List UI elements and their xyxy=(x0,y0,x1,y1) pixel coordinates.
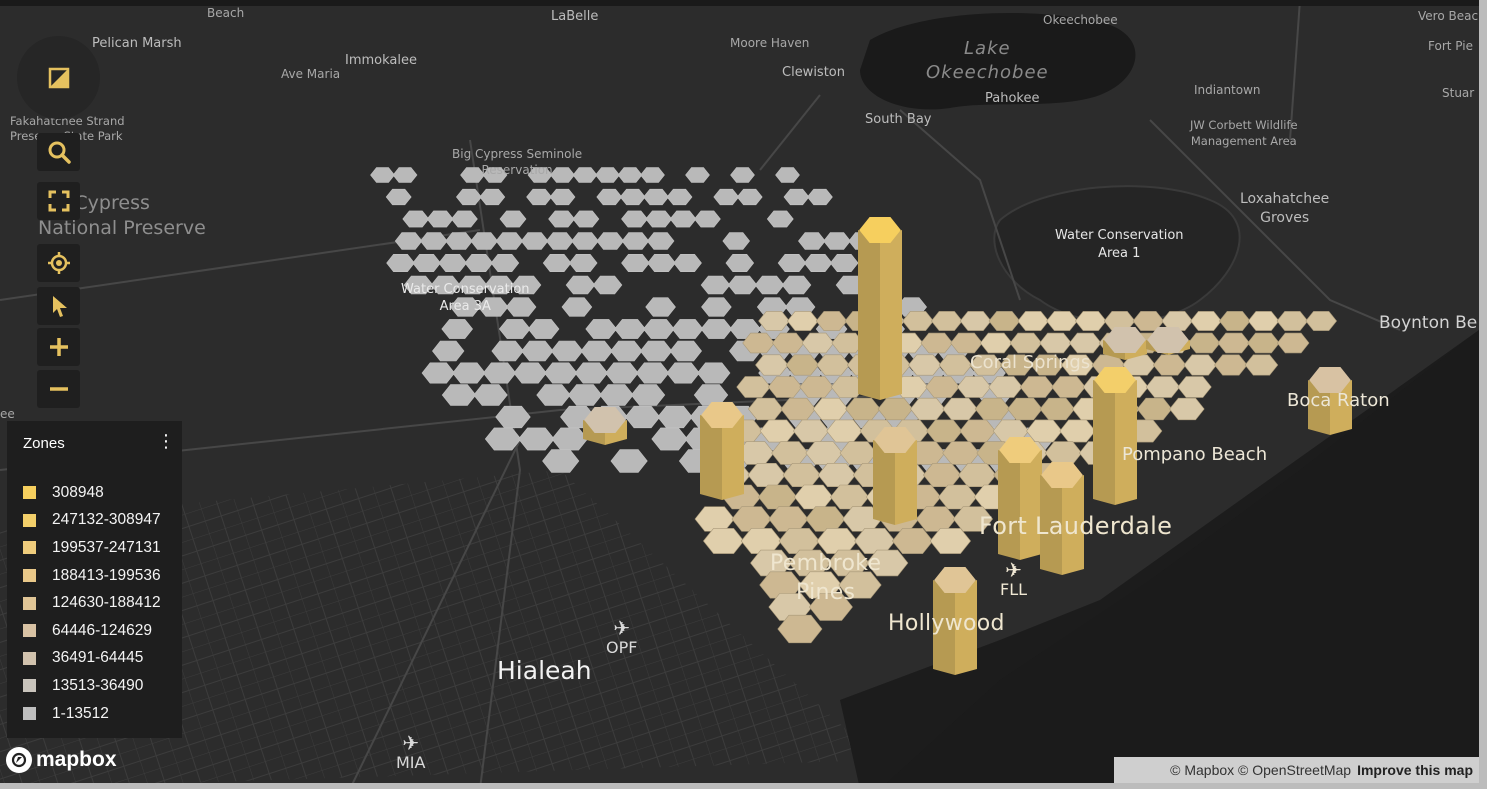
place-label: South Bay xyxy=(865,112,932,127)
place-label: Indiantown xyxy=(1194,83,1261,97)
place-label: Hialeah xyxy=(497,656,592,685)
column-front xyxy=(1020,450,1042,560)
place-label: Stuar xyxy=(1442,86,1475,100)
place-label: Loxahatchee Groves xyxy=(1240,191,1330,226)
locate-icon xyxy=(47,252,70,274)
kebab-menu-icon[interactable]: ⋮ xyxy=(157,433,175,451)
legend-label: 308948 xyxy=(52,483,104,501)
place-label: Fort Lauderdale xyxy=(979,512,1173,540)
legend-label: 36491-64445 xyxy=(52,649,144,667)
place-label: Boca Raton xyxy=(1287,390,1390,411)
airport-code: OPF xyxy=(606,638,638,657)
place-label: Water Conservation Area 1 xyxy=(1055,228,1184,261)
place-label: Immokalee xyxy=(345,53,417,68)
airport-code: FLL xyxy=(1000,580,1028,599)
zoom-in-button[interactable] xyxy=(37,328,80,366)
place-label: Okeechobee xyxy=(1043,13,1118,27)
legend-label: 13513-36490 xyxy=(52,676,144,694)
place-label: Vero Beac xyxy=(1418,9,1479,23)
place-label: Moore Haven xyxy=(730,36,810,50)
legend-item: 188413-199536 xyxy=(23,562,161,590)
place-label: Fort Pie xyxy=(1428,39,1473,53)
fullscreen-icon xyxy=(48,190,69,212)
legend-label: 199537-247131 xyxy=(52,538,161,556)
column-side xyxy=(858,230,880,400)
improve-map-link[interactable]: Improve this map xyxy=(1357,762,1473,778)
legend-label: 247132-308947 xyxy=(52,511,161,529)
place-label: Big Cypress Seminole Reservation xyxy=(452,147,583,177)
legend-swatch xyxy=(23,651,36,665)
mapbox-attribution-link[interactable]: © Mapbox xyxy=(1170,762,1234,778)
airport-fll[interactable]: ✈ FLL xyxy=(1000,560,1027,599)
place-label: Boynton Be xyxy=(1379,313,1478,333)
legend-label: 124630-188412 xyxy=(52,594,161,612)
place-label: Pompano Beach xyxy=(1122,444,1268,465)
search-icon xyxy=(48,141,71,164)
legend-swatch xyxy=(23,486,36,500)
legend-item: 308948 xyxy=(23,479,161,507)
search-button[interactable] xyxy=(37,133,80,171)
legend-swatch xyxy=(23,707,36,721)
place-label: Clewiston xyxy=(782,65,845,80)
place-label: Coral Springs xyxy=(970,352,1091,373)
place-label: Hollywood xyxy=(888,611,1005,636)
place-label: LaBelle xyxy=(551,9,599,24)
mapbox-logo-text: mapbox xyxy=(36,748,117,771)
airport-code: MIA xyxy=(396,753,426,772)
legend-item: 13513-36490 xyxy=(23,672,161,700)
legend-list: 308948 247132-308947 199537-247131 18841… xyxy=(23,479,161,727)
layer-toggle-button[interactable] xyxy=(17,36,100,119)
column-side xyxy=(1093,380,1115,505)
legend-item: 36491-64445 xyxy=(23,645,161,673)
place-label: Pelican Marsh xyxy=(92,36,182,51)
legend-label: 64446-124629 xyxy=(52,621,152,639)
attribution-bar: © Mapbox © OpenStreetMap Improve this ma… xyxy=(1114,757,1479,783)
place-label: JW Corbett Wildlife Management Area xyxy=(1190,118,1298,148)
mapbox-logo-icon xyxy=(6,747,32,773)
legend-item: 124630-188412 xyxy=(23,589,161,617)
select-tool-button[interactable] xyxy=(37,287,80,325)
legend-label: 188413-199536 xyxy=(52,566,161,584)
cursor-icon xyxy=(52,296,67,317)
place-label: Water Conservation Area 3A xyxy=(401,282,530,314)
place-label: Pahokee xyxy=(985,91,1040,106)
plus-icon xyxy=(49,338,68,356)
column-front xyxy=(880,230,902,400)
legend-item: 1-13512 xyxy=(23,700,161,728)
legend-item: 64446-124629 xyxy=(23,617,161,645)
legend-swatch xyxy=(23,596,36,610)
legend-item: 199537-247131 xyxy=(23,534,161,562)
place-label: ee xyxy=(0,407,15,421)
legend-title: Zones xyxy=(23,435,65,452)
place-label: Ave Maria xyxy=(281,67,341,81)
airplane-icon: ✈ xyxy=(1005,558,1022,582)
slashed-square-icon xyxy=(48,67,69,88)
legend-label: 1-13512 xyxy=(52,704,109,722)
zoom-out-button[interactable] xyxy=(37,370,80,408)
airport-opf[interactable]: ✈ OPF xyxy=(606,618,637,657)
airplane-icon: ✈ xyxy=(613,616,631,640)
legend-item: 247132-308947 xyxy=(23,507,161,535)
legend-swatch xyxy=(23,541,36,555)
legend-swatch xyxy=(23,513,36,527)
airport-mia[interactable]: ✈ MIA xyxy=(396,733,425,772)
window-frame-bottom xyxy=(0,783,1487,789)
airplane-icon: ✈ xyxy=(402,731,420,755)
place-label: Pembroke Pines xyxy=(770,551,882,605)
minus-icon xyxy=(49,387,68,391)
legend-panel: Zones ⋮ 308948 247132-308947 199537-2471… xyxy=(7,421,182,738)
column-front xyxy=(1115,380,1137,505)
window-frame-top xyxy=(0,0,1487,6)
place-label: Beach xyxy=(207,6,245,20)
locate-button[interactable] xyxy=(37,244,80,282)
fullscreen-button[interactable] xyxy=(37,182,80,220)
legend-swatch xyxy=(23,679,36,693)
column-side xyxy=(998,450,1020,560)
window-frame-right xyxy=(1479,0,1487,789)
legend-swatch xyxy=(23,624,36,638)
mapbox-logo[interactable]: mapbox xyxy=(6,747,117,773)
legend-swatch xyxy=(23,569,36,583)
lake-label: Lake Okeechobee xyxy=(926,38,1049,83)
osm-attribution-link[interactable]: © OpenStreetMap xyxy=(1238,762,1351,778)
